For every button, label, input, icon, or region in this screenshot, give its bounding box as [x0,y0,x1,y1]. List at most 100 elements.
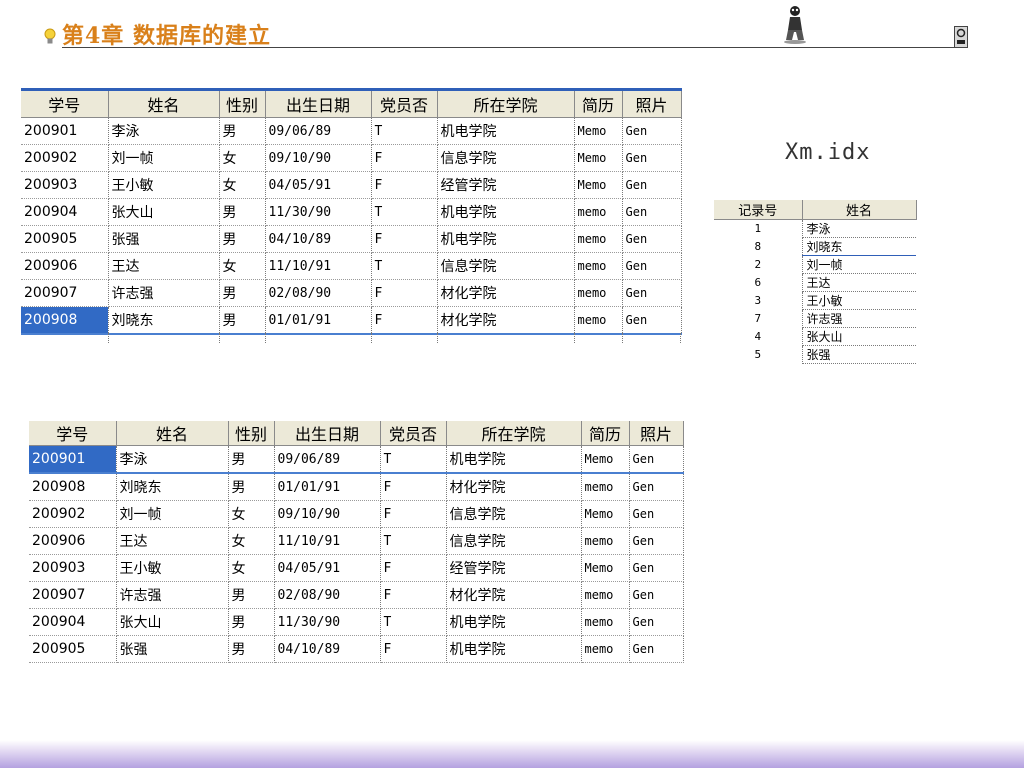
cell-resume[interactable]: Memo [581,500,630,528]
column-header[interactable]: 记录号 [714,200,803,220]
cell-resume[interactable]: memo [574,198,623,226]
column-header[interactable]: 简历 [574,89,623,118]
cell-party-member[interactable]: F [380,500,447,528]
cell-student-id[interactable]: 200902 [21,144,109,172]
index-record-number[interactable]: 5 [714,345,803,364]
cell-photo[interactable]: Gen [622,198,682,226]
cell-photo[interactable]: Gen [622,306,682,335]
cell-party-member[interactable]: F [371,225,438,253]
cell-photo[interactable]: Gen [622,171,682,199]
cell-name[interactable]: 王小敏 [116,554,229,582]
table-row[interactable]: 200907 许志强 男 02/08/90 F 材化学院 memo Gen [29,581,684,609]
cell-resume[interactable]: memo [581,635,630,663]
cell-party-member[interactable]: T [371,117,438,145]
cell-resume[interactable]: Memo [581,445,630,474]
table-row[interactable]: 200901 李泳 男 09/06/89 T 机电学院 Memo Gen [21,117,682,145]
cell-resume[interactable]: memo [574,279,623,307]
cell-party-member[interactable]: F [371,144,438,172]
cell-college[interactable]: 材化学院 [437,306,575,335]
cell-party-member[interactable]: F [380,554,447,582]
cell-birthdate[interactable]: 11/10/91 [265,252,372,280]
column-header[interactable]: 所在学院 [446,421,582,446]
cell-birthdate[interactable]: 04/10/89 [265,225,372,253]
cell-party-member[interactable]: T [380,445,447,474]
cell-gender[interactable]: 男 [228,473,275,501]
cell-resume[interactable]: memo [581,581,630,609]
cell-name[interactable]: 刘一帧 [116,500,229,528]
cell-photo[interactable]: Gen [629,581,684,609]
cell-college[interactable]: 材化学院 [437,279,575,307]
cell-photo[interactable]: Gen [629,473,684,501]
index-record-number[interactable]: 3 [714,291,803,310]
cell-gender[interactable]: 男 [228,581,275,609]
column-header[interactable]: 姓名 [116,421,229,446]
cell-name[interactable]: 李泳 [116,445,229,474]
column-header[interactable]: 照片 [622,89,682,118]
table-row[interactable]: 200905 张强 男 04/10/89 F 机电学院 memo Gen [21,225,682,253]
cell-college[interactable]: 经管学院 [437,171,575,199]
column-header[interactable]: 性别 [228,421,275,446]
cell-college[interactable]: 信息学院 [446,527,582,555]
cell-gender[interactable]: 男 [219,198,266,226]
cell-party-member[interactable]: T [380,527,447,555]
cell-photo[interactable]: Gen [629,554,684,582]
table-row-selected[interactable]: 200908 刘晓东 男 01/01/91 F 材化学院 memo Gen [21,306,682,335]
cell-photo[interactable]: Gen [629,608,684,636]
cell-birthdate[interactable]: 11/30/90 [265,198,372,226]
cell-resume[interactable]: Memo [574,117,623,145]
cell-birthdate[interactable]: 04/05/91 [265,171,372,199]
cell-birthdate[interactable]: 04/10/89 [274,635,381,663]
cell-birthdate[interactable]: 01/01/91 [274,473,381,501]
cell-resume[interactable]: memo [581,473,630,501]
cell-resume[interactable]: memo [574,252,623,280]
cell-college[interactable]: 机电学院 [446,445,582,474]
table-row[interactable]: 200904 张大山 男 11/30/90 T 机电学院 memo Gen [21,198,682,226]
column-header[interactable]: 姓名 [802,200,917,220]
column-header[interactable]: 学号 [21,89,109,118]
cell-resume[interactable]: Memo [574,171,623,199]
index-record-number[interactable]: 2 [714,255,803,274]
cell-party-member[interactable]: F [371,279,438,307]
cell-gender[interactable]: 男 [219,225,266,253]
cell-name[interactable]: 刘晓东 [116,473,229,501]
cell-birthdate[interactable]: 09/10/90 [274,500,381,528]
cell-student-id[interactable]: 200905 [29,635,117,663]
table-row[interactable]: 200908 刘晓东 男 01/01/91 F 材化学院 memo Gen [29,473,684,501]
cell-student-id[interactable]: 200904 [29,608,117,636]
cell-resume[interactable]: Memo [581,554,630,582]
cell-gender[interactable]: 女 [228,500,275,528]
cell-name[interactable]: 许志强 [108,279,220,307]
index-row[interactable]: 3 王小敏 [714,291,916,310]
cell-student-id[interactable]: 200906 [21,252,109,280]
cell-party-member[interactable]: T [371,198,438,226]
table-row[interactable]: 200902 刘一帧 女 09/10/90 F 信息学院 Memo Gen [29,500,684,528]
cell-name[interactable]: 张强 [108,225,220,253]
index-row[interactable]: 6 王达 [714,273,916,292]
index-row[interactable]: 2 刘一帧 [714,255,916,274]
index-name[interactable]: 王达 [802,273,916,292]
index-row[interactable]: 8 刘晓东 [714,237,916,256]
table-row[interactable]: 200902 刘一帧 女 09/10/90 F 信息学院 Memo Gen [21,144,682,172]
cell-gender[interactable]: 女 [219,144,266,172]
table-row[interactable]: 200904 张大山 男 11/30/90 T 机电学院 memo Gen [29,608,684,636]
cell-birthdate[interactable]: 09/06/89 [274,445,381,474]
cell-party-member[interactable]: F [371,306,438,335]
cell-resume[interactable]: memo [581,527,630,555]
index-name[interactable]: 李泳 [802,219,916,238]
index-row[interactable]: 4 张大山 [714,327,916,346]
cell-college[interactable]: 经管学院 [446,554,582,582]
cell-party-member[interactable]: T [371,252,438,280]
cell-photo[interactable]: Gen [629,500,684,528]
cell-photo[interactable]: Gen [622,279,682,307]
column-header[interactable]: 出生日期 [265,89,372,118]
column-header[interactable]: 党员否 [371,89,438,118]
table-row[interactable]: 200903 王小敏 女 04/05/91 F 经管学院 Memo Gen [21,171,682,199]
column-header[interactable]: 党员否 [380,421,447,446]
cell-name[interactable]: 张大山 [116,608,229,636]
cell-party-member[interactable]: F [371,171,438,199]
cell-name[interactable]: 张大山 [108,198,220,226]
cell-photo[interactable]: Gen [622,144,682,172]
index-row[interactable]: 1 李泳 [714,219,916,238]
cell-student-id[interactable]: 200901 [29,445,117,474]
cell-name[interactable]: 张强 [116,635,229,663]
